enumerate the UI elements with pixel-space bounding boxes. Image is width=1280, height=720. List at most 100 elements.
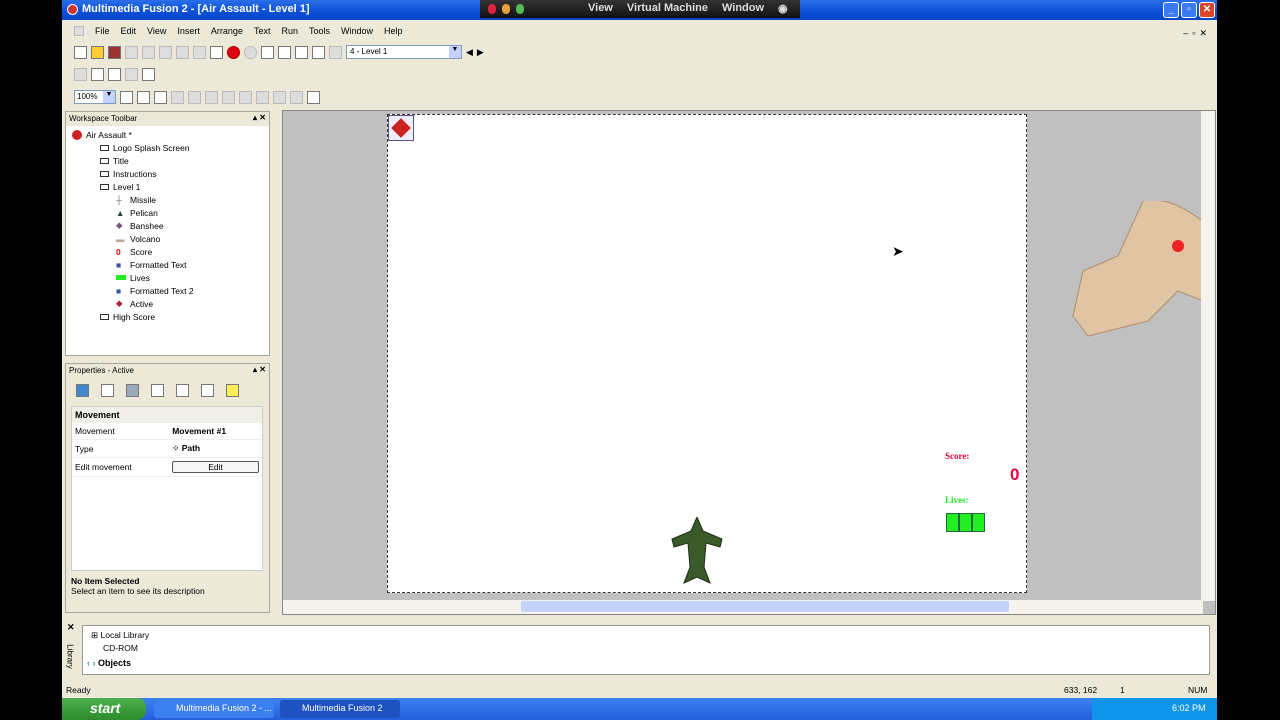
pelican-ship[interactable] bbox=[670, 515, 724, 585]
toolbar-icon[interactable] bbox=[108, 68, 121, 81]
taskbar-item[interactable]: Multimedia Fusion 2 bbox=[280, 700, 400, 718]
lives-label[interactable]: Lives: bbox=[945, 495, 969, 505]
text-icon[interactable] bbox=[171, 90, 184, 104]
score-counter[interactable]: 0 bbox=[1010, 465, 1019, 485]
event-editor-icon[interactable] bbox=[295, 45, 308, 59]
redo-icon[interactable] bbox=[193, 45, 206, 59]
close-button[interactable]: ✕ bbox=[1199, 2, 1215, 18]
runtime-tab-icon[interactable] bbox=[151, 384, 164, 397]
tree-frame[interactable]: Level 1 bbox=[66, 180, 269, 193]
toolbar-icon[interactable] bbox=[74, 68, 87, 81]
tree-frame[interactable]: High Score bbox=[66, 310, 269, 323]
next-frame-icon[interactable]: ▶ bbox=[477, 47, 484, 58]
align-right-icon[interactable] bbox=[290, 90, 303, 104]
movement-tab-icon[interactable] bbox=[126, 384, 139, 397]
grid-icon[interactable] bbox=[137, 90, 150, 104]
mdi-icon[interactable] bbox=[74, 26, 84, 36]
library-item[interactable]: CD-ROM bbox=[103, 643, 138, 653]
vertical-scrollbar[interactable] bbox=[1201, 111, 1215, 601]
tree-frame[interactable]: Title bbox=[66, 154, 269, 167]
undo-icon[interactable] bbox=[176, 45, 189, 59]
copy-icon[interactable] bbox=[142, 45, 155, 59]
color-icon[interactable] bbox=[239, 90, 252, 104]
events-tab-icon[interactable] bbox=[201, 384, 214, 397]
paste-icon[interactable] bbox=[159, 45, 172, 59]
tree-root[interactable]: Air Assault * bbox=[66, 128, 269, 141]
lives-counter[interactable] bbox=[946, 513, 985, 532]
restore-button[interactable]: ▫ bbox=[1181, 2, 1197, 18]
scroll-arrows-icon[interactable]: ‹ › bbox=[87, 658, 98, 668]
mdi-controls[interactable]: –▫✕ bbox=[1183, 28, 1211, 39]
cut-icon[interactable] bbox=[125, 45, 138, 59]
data-elements-icon[interactable] bbox=[329, 45, 342, 59]
event-list-icon[interactable] bbox=[312, 45, 325, 59]
vm-menu-window[interactable]: Window bbox=[722, 2, 764, 15]
stop-icon[interactable] bbox=[244, 45, 257, 59]
italic-icon[interactable] bbox=[205, 90, 218, 104]
start-button[interactable]: start bbox=[62, 698, 146, 720]
vm-settings-icon[interactable]: ◉ bbox=[778, 2, 788, 15]
menu-tools[interactable]: Tools bbox=[309, 26, 330, 36]
frame-select[interactable]: 4 - Level 1 ▼ bbox=[346, 45, 462, 59]
fit-icon[interactable] bbox=[307, 90, 320, 104]
menu-run[interactable]: Run bbox=[281, 26, 298, 36]
display-tab-icon[interactable] bbox=[101, 384, 114, 397]
tree-object[interactable]: ■ Formatted Text 2 bbox=[66, 284, 269, 297]
frame-editor-icon[interactable] bbox=[278, 45, 291, 59]
minimize-button[interactable]: _ bbox=[1163, 2, 1179, 18]
edit-movement-button[interactable]: Edit bbox=[172, 461, 259, 473]
tree-object[interactable]: ◆ Active bbox=[66, 297, 269, 310]
vm-close-icon[interactable] bbox=[488, 4, 496, 14]
tree-object[interactable]: ▲ Pelican bbox=[66, 206, 269, 219]
tree-object[interactable]: ▬ Volcano bbox=[66, 232, 269, 245]
new-icon[interactable] bbox=[74, 45, 87, 59]
menu-help[interactable]: Help bbox=[384, 26, 403, 36]
tree-object[interactable]: ■ Formatted Text bbox=[66, 258, 269, 271]
tree-object[interactable]: 0 Score bbox=[66, 245, 269, 258]
frame-editor[interactable]: Score: 0 Lives: bbox=[282, 110, 1216, 615]
property-value[interactable]: Path bbox=[182, 443, 200, 453]
frame-area[interactable]: Score: 0 Lives: bbox=[387, 114, 1027, 593]
about-tab-icon[interactable] bbox=[226, 384, 239, 397]
menu-insert[interactable]: Insert bbox=[177, 26, 200, 36]
run-icon[interactable] bbox=[227, 45, 240, 59]
library-item[interactable]: ⊞ Local Library bbox=[91, 630, 149, 641]
menu-text[interactable]: Text bbox=[254, 26, 271, 36]
vm-menu-virtual-machine[interactable]: Virtual Machine bbox=[627, 2, 708, 15]
horizontal-scrollbar[interactable] bbox=[283, 600, 1203, 614]
menu-file[interactable]: File bbox=[95, 26, 110, 36]
toolbar-icon[interactable] bbox=[142, 68, 155, 81]
objects-tab[interactable]: ‹ › Objects bbox=[87, 658, 131, 668]
menu-view[interactable]: View bbox=[147, 26, 166, 36]
open-icon[interactable] bbox=[91, 45, 104, 59]
help-icon[interactable] bbox=[210, 45, 223, 59]
align-left-icon[interactable] bbox=[256, 90, 269, 104]
scroll-thumb[interactable] bbox=[521, 601, 1009, 612]
grid-icon[interactable] bbox=[154, 90, 167, 104]
prev-frame-icon[interactable]: ◀ bbox=[466, 47, 473, 58]
settings-tab-icon[interactable] bbox=[76, 384, 89, 397]
property-value[interactable]: Movement #1 bbox=[169, 423, 262, 440]
active-object[interactable] bbox=[388, 115, 414, 141]
underline-icon[interactable] bbox=[222, 90, 235, 104]
vm-zoom-icon[interactable] bbox=[516, 4, 524, 14]
menu-arrange[interactable]: Arrange bbox=[211, 26, 243, 36]
close-icon[interactable]: ✕ bbox=[67, 622, 75, 633]
values-tab-icon[interactable] bbox=[176, 384, 189, 397]
taskbar-item[interactable]: Multimedia Fusion 2 - ... bbox=[154, 700, 274, 718]
toolbar-icon[interactable] bbox=[91, 68, 104, 81]
menu-edit[interactable]: Edit bbox=[121, 26, 137, 36]
tree-frame[interactable]: Instructions bbox=[66, 167, 269, 180]
score-label[interactable]: Score: bbox=[945, 451, 969, 461]
vm-minimize-icon[interactable] bbox=[502, 4, 510, 14]
grid-icon[interactable] bbox=[120, 90, 133, 104]
zoom-select[interactable]: 100% ▼ bbox=[74, 90, 116, 104]
menu-window[interactable]: Window bbox=[341, 26, 373, 36]
volcano-object[interactable] bbox=[1068, 199, 1204, 341]
tree-frame[interactable]: Logo Splash Screen bbox=[66, 141, 269, 154]
align-center-icon[interactable] bbox=[273, 90, 286, 104]
tree-object[interactable]: ┼ Missile bbox=[66, 193, 269, 206]
toolbar-icon[interactable] bbox=[125, 68, 138, 81]
save-icon[interactable] bbox=[108, 45, 121, 59]
vm-menu-view[interactable]: View bbox=[588, 2, 613, 15]
